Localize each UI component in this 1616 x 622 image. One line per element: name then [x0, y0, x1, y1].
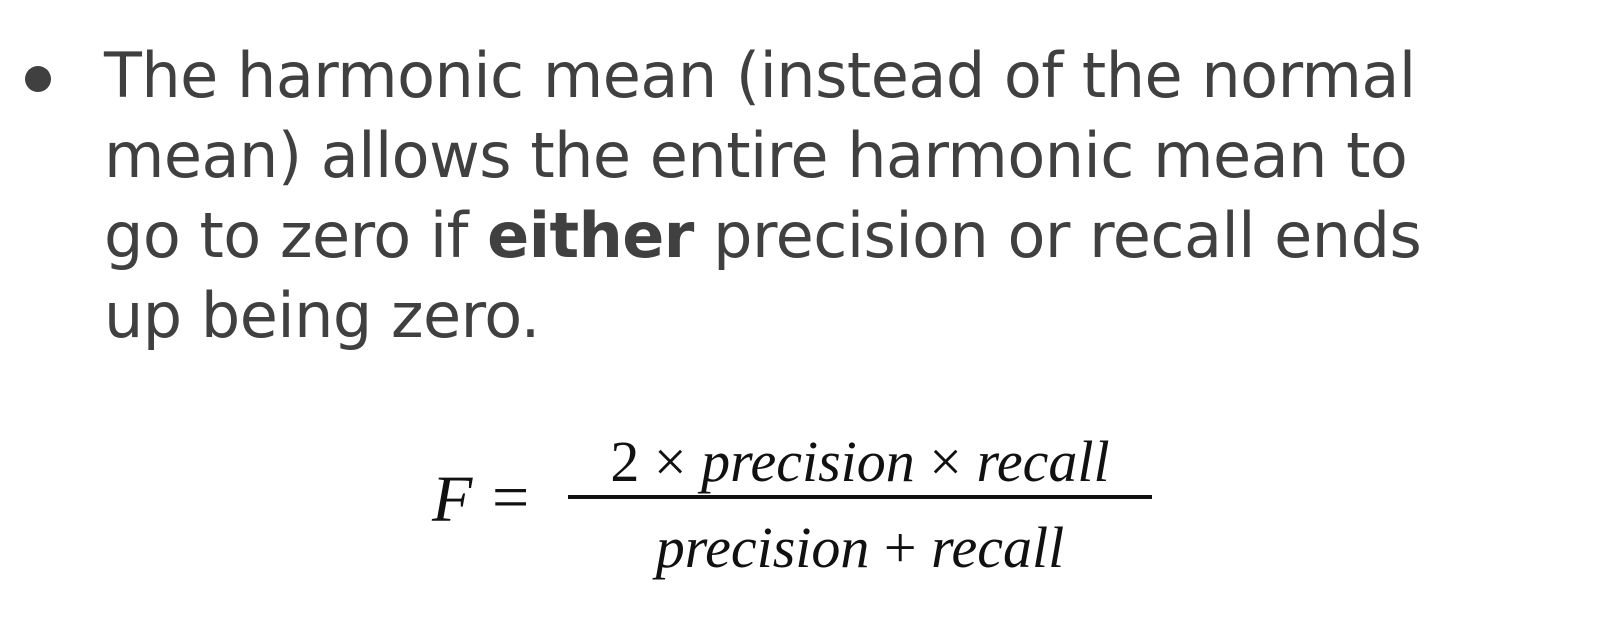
- bullet-line-2: mean) allows the entire harmonic mean to: [104, 119, 1408, 192]
- numerator-term-1: precision: [701, 429, 915, 494]
- bullet-line-3-end: precision or recall ends: [693, 199, 1422, 272]
- slide: The harmonic mean (instead of the normal…: [0, 0, 1616, 622]
- bullet-text: The harmonic mean (instead of the normal…: [104, 36, 1584, 356]
- formula-equals: =: [492, 461, 530, 534]
- emphasis-either: either: [487, 199, 694, 272]
- bullet-line-3: go to zero if either precision or recall…: [104, 196, 1584, 276]
- denominator-term-1: precision: [655, 515, 870, 580]
- formula-fraction: 2 × precision × recall precision + recal…: [568, 429, 1152, 590]
- bullet-icon: [25, 66, 51, 92]
- numerator-times-2: ×: [929, 429, 962, 494]
- bullet-line-3-start: go to zero if: [104, 199, 488, 272]
- numerator-coefficient: 2: [610, 429, 640, 494]
- numerator-times-1: ×: [653, 429, 687, 494]
- fraction-bar: [568, 495, 1152, 499]
- bullet-line-1: The harmonic mean (instead of the normal: [104, 39, 1416, 112]
- formula-denominator: precision + recall: [568, 508, 1152, 588]
- bullet-line-4: up being zero.: [104, 279, 540, 352]
- numerator-term-2: recall: [976, 429, 1110, 494]
- denominator-plus: +: [883, 515, 917, 580]
- f-score-formula: F = 2 × precision × recall precision + r…: [432, 429, 1192, 590]
- denominator-term-2: recall: [931, 515, 1065, 580]
- formula-lhs: F: [432, 463, 473, 536]
- formula-numerator: 2 × precision × recall: [568, 422, 1152, 502]
